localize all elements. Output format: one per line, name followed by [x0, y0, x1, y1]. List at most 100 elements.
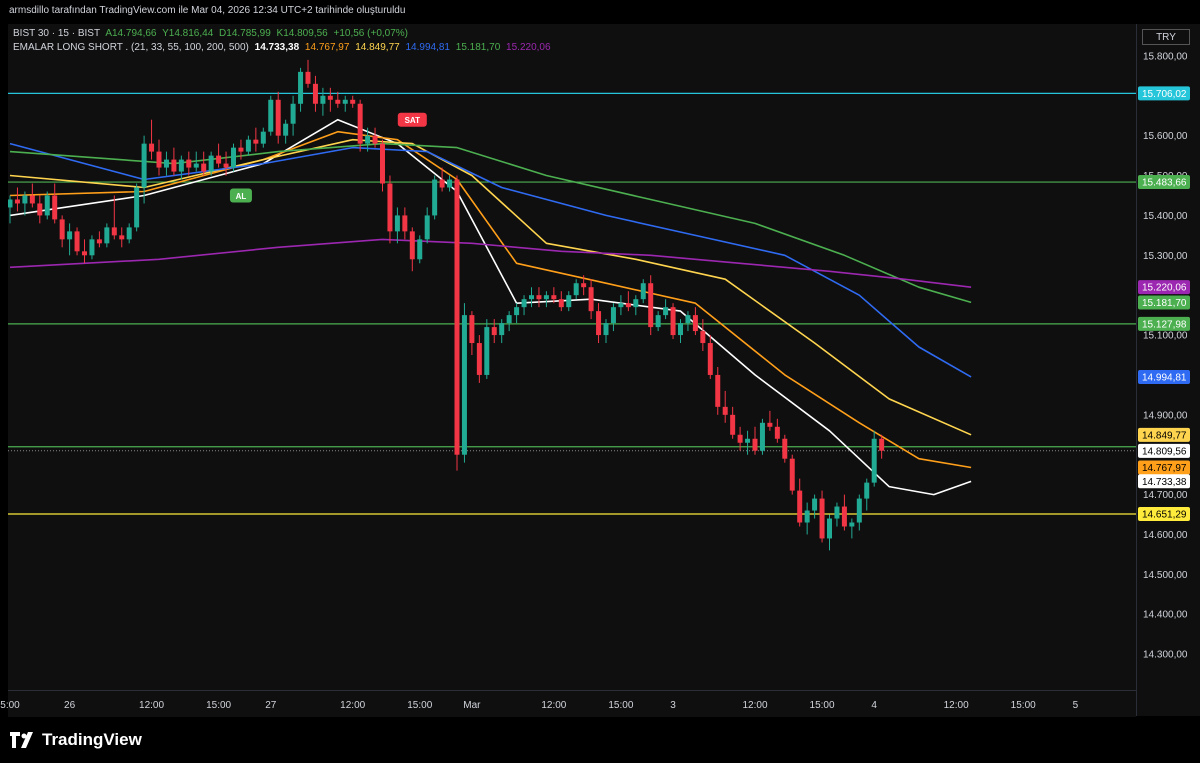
- candle-body: [506, 315, 512, 324]
- candle-body: [730, 414, 736, 435]
- candle-body: [610, 307, 616, 324]
- candle-body: [402, 215, 408, 232]
- candle-body: [238, 147, 244, 152]
- candle: [171, 147, 177, 176]
- candle-body: [558, 299, 564, 308]
- candle: [864, 478, 870, 511]
- symbol-legend[interactable]: BIST 30 · 15 · BIST A14.794,66 Y14.816,4…: [13, 28, 411, 39]
- candle: [14, 187, 20, 212]
- candle-body: [551, 295, 557, 300]
- candle-body: [89, 239, 95, 256]
- candle: [149, 119, 155, 160]
- signal-al-label: AL: [236, 192, 247, 201]
- candle: [89, 235, 95, 260]
- candle-body: [789, 458, 795, 491]
- candle-body: [320, 95, 326, 104]
- candle: [834, 502, 840, 527]
- time-tick-label: 15:00: [206, 700, 231, 711]
- candle-body: [171, 159, 177, 172]
- candle: [797, 478, 803, 527]
- candle-body: [484, 327, 490, 375]
- tradingview-logo[interactable]: TradingView: [10, 730, 142, 750]
- candle: [134, 183, 140, 232]
- candle: [245, 135, 251, 156]
- price-tag-6-tag-label: 14.733,38: [1142, 477, 1187, 488]
- currency-selector[interactable]: TRY: [1142, 29, 1190, 45]
- candle-body: [596, 311, 602, 336]
- level-green-2-tag-label: 15.127,98: [1142, 319, 1187, 330]
- candle-body: [588, 287, 594, 312]
- candle-body: [447, 179, 453, 188]
- candle-body: [692, 315, 698, 332]
- candle: [104, 223, 110, 248]
- candle: [514, 303, 520, 324]
- candle: [163, 151, 169, 176]
- candle-body: [566, 295, 572, 308]
- ema55-value: 14.849,77: [355, 42, 400, 53]
- candle-body: [22, 195, 28, 204]
- price-tick-label: 15.400,00: [1143, 211, 1188, 222]
- candle-body: [752, 438, 758, 451]
- time-tick-label: 12:00: [340, 700, 365, 711]
- candle: [298, 67, 304, 112]
- candle-body: [700, 331, 706, 344]
- level-green-1-tag-label: 15.483,66: [1142, 178, 1187, 189]
- candle: [759, 418, 765, 455]
- candle: [216, 143, 222, 168]
- candle: [417, 235, 423, 264]
- candle-body: [163, 159, 169, 168]
- candle: [543, 291, 549, 308]
- candle-body: [715, 374, 721, 407]
- candle-body: [759, 422, 765, 451]
- time-tick-label: 12:00: [139, 700, 164, 711]
- candle-body: [156, 151, 162, 168]
- symbol-name: BIST 30 · 15 · BIST: [13, 28, 101, 39]
- candle-body: [305, 71, 311, 84]
- candle: [432, 175, 438, 220]
- time-tick-label: 5: [1073, 700, 1079, 711]
- candle-body: [186, 159, 192, 168]
- candle-body: [625, 303, 631, 308]
- price-tick-label: 14.700,00: [1143, 490, 1188, 501]
- price-tag-5-tag-label: 14.767,97: [1142, 463, 1187, 474]
- candle-body: [581, 283, 587, 288]
- candle: [223, 151, 229, 176]
- candle-body: [409, 231, 415, 260]
- candle-body: [834, 506, 840, 519]
- candle: [663, 299, 669, 320]
- candle-body: [149, 143, 155, 152]
- candle-body: [387, 183, 393, 232]
- candle-body: [521, 299, 527, 308]
- time-tick-label: 4: [871, 700, 877, 711]
- candle: [618, 295, 624, 316]
- time-tick-label: Mar: [463, 700, 481, 711]
- candle: [476, 335, 482, 383]
- price-tick-label: 15.300,00: [1143, 251, 1188, 262]
- candle: [96, 231, 102, 248]
- candle-body: [543, 295, 549, 300]
- candle: [648, 275, 654, 336]
- candle: [8, 195, 13, 224]
- ema55-line: [9, 138, 972, 436]
- candle-body: [260, 131, 266, 144]
- candle-body: [245, 139, 251, 152]
- candle: [536, 287, 542, 308]
- price-tick-label: 15.100,00: [1143, 331, 1188, 342]
- candle: [774, 418, 780, 443]
- candle: [588, 279, 594, 320]
- candle: [603, 319, 609, 344]
- candle: [119, 227, 125, 248]
- candle: [461, 303, 467, 463]
- brand-name: TradingView: [42, 730, 142, 749]
- candle-body: [514, 307, 520, 316]
- indicator-legend[interactable]: EMALAR LONG SHORT . (21, 33, 55, 100, 20…: [13, 42, 554, 53]
- candle: [394, 207, 400, 244]
- candle-body: [469, 315, 475, 344]
- candle: [59, 215, 65, 248]
- time-tick-label: 15:00: [407, 700, 432, 711]
- price-tick-label: 14.500,00: [1143, 570, 1188, 581]
- candle-body: [864, 482, 870, 499]
- candle: [529, 287, 534, 308]
- candle-body: [350, 99, 356, 104]
- candle-body: [536, 295, 542, 300]
